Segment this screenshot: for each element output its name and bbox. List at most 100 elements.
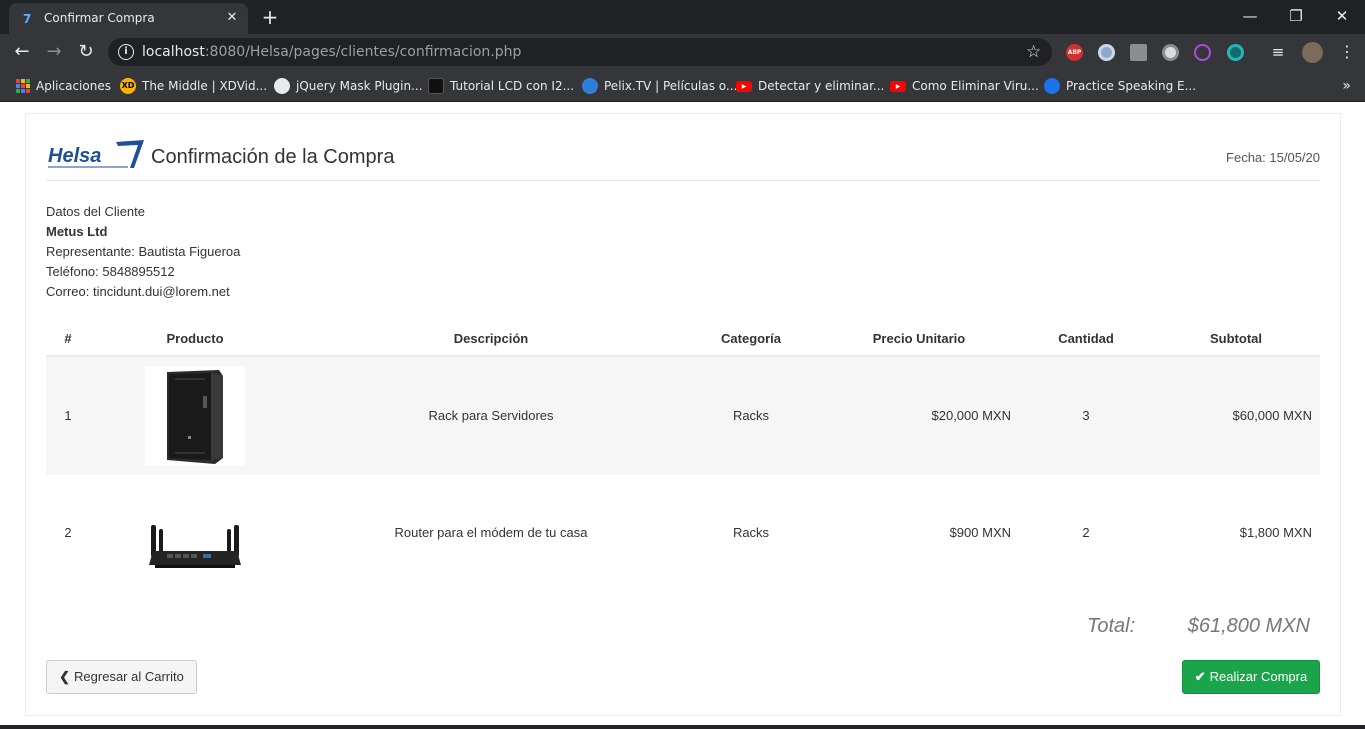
header-number: # [64, 331, 72, 346]
row-category: Racks [732, 525, 770, 540]
bookmark-label: Practice Speaking E... [1066, 79, 1197, 93]
back-to-cart-button[interactable]: ❮ Regresar al Carrito [46, 660, 197, 694]
row-number: 2 [64, 525, 72, 540]
bookmark-item[interactable]: ▶ Detectar y eliminar... [736, 76, 884, 96]
reload-icon[interactable]: ↻ [72, 39, 100, 65]
server-rack-image [145, 366, 245, 466]
page-bottom-edge [0, 725, 1365, 729]
globe-icon [1044, 78, 1060, 94]
bird-icon [428, 78, 444, 94]
address-bar[interactable]: i localhost:8080/Helsa/pages/clientes/co… [108, 38, 1052, 66]
profile-avatar[interactable] [1302, 42, 1323, 63]
media-control-icon[interactable]: ≡ [1264, 39, 1292, 65]
client-info: Datos del Cliente Metus Ltd Representant… [46, 202, 240, 302]
browser-tab[interactable]: 7 Confirmar Compra ✕ [9, 3, 248, 34]
close-window-button[interactable]: ✕ [1319, 2, 1365, 30]
client-name: Metus Ltd [46, 224, 108, 239]
youtube-icon: ▶ [736, 80, 752, 92]
apps-grid-icon [16, 79, 30, 93]
row-description: Rack para Servidores [428, 408, 554, 423]
bookmark-item[interactable]: Practice Speaking E... [1044, 76, 1196, 96]
bookmark-item[interactable]: jQuery Mask Plugin... [274, 76, 423, 96]
chevron-left-icon: ❮ [59, 669, 71, 684]
xd-icon: XD [120, 78, 136, 94]
row-category: Racks [732, 408, 770, 423]
row-unit-price: $900 MXN [949, 525, 1011, 540]
header-category: Categoría [721, 331, 781, 346]
back-arrow-icon[interactable]: ← [8, 39, 36, 65]
client-heading: Datos del Cliente [46, 204, 145, 219]
page-title: Confirmación de la Compra [151, 146, 395, 168]
bookmark-label: Tutorial LCD con I2... [450, 79, 575, 93]
order-date: Fecha: 15/05/20 [1226, 150, 1320, 165]
row-description: Router para el módem de tu casa [394, 525, 588, 540]
row-quantity: 3 [1082, 408, 1090, 423]
row-subtotal: $1,800 MXN [1239, 525, 1312, 540]
header-divider [46, 180, 1320, 181]
row-quantity: 2 [1082, 525, 1090, 540]
restore-button[interactable]: ❐ [1273, 2, 1319, 30]
browser-menu-icon[interactable]: ⋮ [1333, 39, 1361, 65]
bookmark-item[interactable]: Pelix.TV | Películas o... [582, 76, 737, 96]
extension-icon[interactable] [1194, 44, 1211, 61]
page-viewport: Helsa Confirmación de la Compra Fecha: 1… [0, 103, 1365, 729]
github-icon [274, 78, 290, 94]
bookmark-label: jQuery Mask Plugin... [296, 79, 423, 93]
bookmark-star-icon[interactable]: ☆ [1026, 42, 1041, 62]
pelix-icon [582, 78, 598, 94]
browser-toolbar: ← → ↻ i localhost:8080/Helsa/pages/clien… [0, 34, 1365, 70]
place-order-button[interactable]: ✔ Realizar Compra [1182, 660, 1320, 694]
router-image [145, 483, 245, 583]
total-label: Total: [1087, 615, 1136, 637]
client-phone: Teléfono: 5848895512 [46, 264, 175, 279]
client-representative: Representante: Bautista Figueroa [46, 244, 241, 259]
header-description: Descripción [453, 331, 529, 346]
extension-icon[interactable] [1098, 44, 1115, 61]
row-number: 1 [64, 408, 72, 423]
url-text[interactable]: localhost:8080/Helsa/pages/clientes/conf… [142, 44, 521, 60]
bookmark-label: Detectar y eliminar... [758, 79, 885, 93]
bookmark-item[interactable]: XD The Middle | XDVid... [120, 76, 267, 96]
back-to-cart-label: Regresar al Carrito [74, 669, 184, 684]
browser-tab-strip: 7 Confirmar Compra ✕ + — ❐ ✕ [0, 0, 1365, 34]
header-unit-price: Precio Unitario [872, 331, 966, 346]
confirmation-panel: Helsa Confirmación de la Compra Fecha: 1… [25, 113, 1341, 716]
header-quantity: Cantidad [1058, 331, 1114, 346]
header-subtotal: Subtotal [1210, 331, 1262, 346]
bookmark-label: The Middle | XDVid... [142, 79, 268, 93]
table-header: # Producto Descripción Categoría Precio … [46, 324, 1320, 357]
helsa-logo: Helsa [48, 140, 144, 168]
table-row: 2 Router para el módem de tu casa Racks [46, 475, 1320, 593]
extension-icon[interactable] [1227, 44, 1244, 61]
bookmarks-overflow-icon[interactable]: » [1342, 76, 1351, 96]
client-email: Correo: tincidunt.dui@lorem.net [46, 284, 230, 299]
check-icon: ✔ [1194, 669, 1206, 684]
tab-title: Confirmar Compra [44, 11, 155, 25]
extension-icon[interactable] [1130, 44, 1147, 61]
row-subtotal: $60,000 MXN [1232, 408, 1313, 423]
bookmark-item[interactable]: Tutorial LCD con I2... [428, 76, 574, 96]
forward-arrow-icon[interactable]: → [40, 39, 68, 65]
url-path: :8080/Helsa/pages/clientes/confirmacion.… [204, 44, 522, 60]
url-host: localhost [142, 44, 205, 60]
adblock-extension-icon[interactable]: ABP [1066, 44, 1083, 61]
site-info-icon[interactable]: i [118, 44, 134, 60]
youtube-icon: ▶ [890, 80, 906, 92]
new-tab-button[interactable]: + [258, 6, 282, 28]
bookmark-label: Aplicaciones [36, 79, 111, 93]
minimize-button[interactable]: — [1227, 2, 1273, 30]
order-table: # Producto Descripción Categoría Precio … [46, 324, 1320, 593]
tab-close-icon[interactable]: ✕ [223, 9, 241, 27]
bookmark-label: Pelix.TV | Películas o... [604, 79, 738, 93]
header-product: Producto [166, 331, 224, 346]
extension-icon[interactable] [1162, 44, 1179, 61]
place-order-label: Realizar Compra [1209, 669, 1308, 684]
table-row: 1 Rack para Servidores Racks $20,000 MXN… [46, 357, 1320, 475]
bookmark-item[interactable]: ▶ Como Eliminar Viru... [890, 76, 1039, 96]
bookmark-label: Como Eliminar Viru... [912, 79, 1039, 93]
logo-text: Helsa [48, 145, 101, 167]
bookmarks-bar: Aplicaciones XD The Middle | XDVid... jQ… [0, 70, 1365, 102]
row-unit-price: $20,000 MXN [931, 408, 1012, 423]
site-favicon-icon: 7 [23, 12, 32, 26]
bookmark-apps[interactable]: Aplicaciones [16, 76, 111, 96]
